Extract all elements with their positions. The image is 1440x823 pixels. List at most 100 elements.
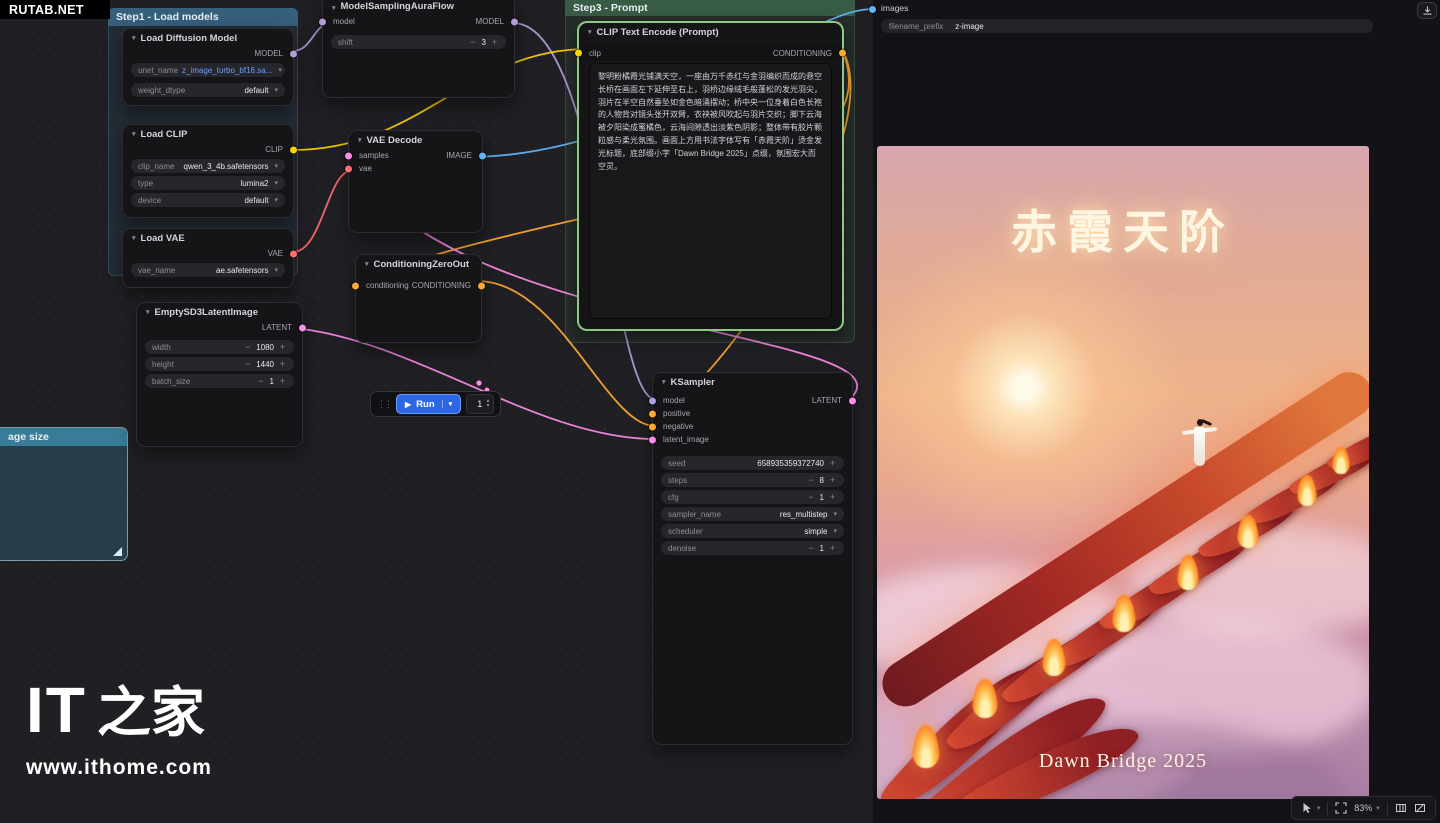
widget-width[interactable]: width − 1080 + — [145, 340, 294, 354]
decrement-icon[interactable]: − — [257, 376, 266, 386]
batch-count-stepper[interactable]: 1 ▴▾ — [466, 394, 494, 414]
model-output-socket[interactable] — [290, 50, 297, 57]
node-load-clip[interactable]: ▾ Load CLIP CLIP clip_name qwen_3_4b.saf… — [122, 124, 294, 218]
group-image-size-header[interactable]: age size — [0, 428, 127, 446]
widget-weight-dtype[interactable]: weight_dtype default ▾ — [131, 83, 285, 97]
node-header[interactable]: ▾ EmptySD3LatentImage — [137, 303, 302, 321]
model-input-socket[interactable] — [649, 397, 656, 404]
negative-input-socket[interactable] — [649, 423, 656, 430]
node-header[interactable]: ▾ Load Diffusion Model — [123, 29, 293, 47]
clip-input-socket[interactable] — [575, 50, 582, 57]
collapse-icon[interactable]: ▾ — [588, 28, 592, 36]
collapse-icon[interactable]: ▾ — [146, 308, 150, 316]
flame — [1177, 554, 1199, 590]
node-load-diffusion-model[interactable]: ▾ Load Diffusion Model MODEL unet_name z… — [122, 28, 294, 106]
widget-scheduler[interactable]: scheduler simple ▾ — [661, 524, 844, 538]
decrement-icon[interactable]: − — [469, 37, 478, 47]
decrement-icon[interactable]: − — [807, 543, 816, 553]
prompt-textarea[interactable]: 黎明粉橘霞光铺满天空，一座由万千赤红与金羽编织而成的悬空长桥在画面左下延伸至右上… — [589, 63, 832, 319]
widget-clip-name[interactable]: clip_name qwen_3_4b.safetensors ▾ — [131, 159, 285, 173]
group-step1-header[interactable]: Step1 - Load models — [108, 8, 298, 26]
node-save-image[interactable]: images filename_prefix z-image — [872, 0, 1440, 823]
collapse-icon[interactable]: ▾ — [332, 4, 336, 12]
positive-input-socket[interactable] — [649, 410, 656, 417]
collapse-icon[interactable]: ▾ — [132, 234, 136, 242]
node-clip-text-encode[interactable]: ▾ CLIP Text Encode (Prompt) clip CONDITI… — [578, 22, 843, 330]
zoom-level[interactable]: 83% — [1354, 803, 1372, 813]
collapse-icon[interactable]: ▾ — [662, 378, 666, 386]
decrement-icon[interactable]: − — [807, 492, 816, 502]
decrement-icon[interactable]: − — [807, 475, 816, 485]
model-input-socket[interactable] — [319, 18, 326, 25]
latent-output-socket[interactable] — [849, 397, 856, 404]
widget-unet-name[interactable]: unet_name z_image_turbo_bf16.sa... ▾ — [131, 63, 285, 77]
node-vae-decode[interactable]: ▾ VAE Decode samples IMAGE vae — [348, 130, 483, 233]
node-header[interactable]: ▾ Load CLIP — [123, 125, 293, 143]
node-conditioning-zero-out[interactable]: ▾ ConditioningZeroOut conditioning CONDI… — [355, 254, 482, 343]
increment-icon[interactable]: + — [278, 342, 287, 352]
node-load-vae[interactable]: ▾ Load VAE VAE vae_name ae.safetensors ▾ — [122, 228, 294, 288]
drag-handle[interactable]: ⋮⋮ — [377, 399, 391, 410]
widget-cfg[interactable]: cfg − 1 + — [661, 490, 844, 504]
increment-icon[interactable]: + — [828, 543, 837, 553]
decrement-icon[interactable]: − — [243, 359, 252, 369]
conditioning-output-socket[interactable] — [839, 50, 846, 57]
collapse-icon[interactable]: ▾ — [132, 130, 136, 138]
group-image-size-partial[interactable]: age size — [0, 428, 127, 560]
resize-handle[interactable] — [113, 547, 122, 556]
increment-icon[interactable]: + — [828, 475, 837, 485]
widget-steps[interactable]: steps − 8 + — [661, 473, 844, 487]
latent-image-input-socket[interactable] — [649, 436, 656, 443]
chevron-down-icon[interactable]: ▾ — [442, 400, 453, 408]
run-button[interactable]: ▶ Run ▾ — [396, 394, 461, 414]
comfyui-canvas[interactable]: Step1 - Load models Step3 - Prompt age s… — [0, 0, 1440, 823]
widget-filename-prefix[interactable]: filename_prefix z-image — [881, 19, 1373, 33]
decrement-icon[interactable]: − — [243, 342, 252, 352]
samples-input-socket[interactable] — [345, 152, 352, 159]
increment-icon[interactable]: + — [490, 37, 499, 47]
widget-batch-size[interactable]: batch_size − 1 + — [145, 374, 294, 388]
widget-vae-name[interactable]: vae_name ae.safetensors ▾ — [131, 263, 285, 277]
chevron-down-icon[interactable]: ▾ — [1317, 804, 1320, 812]
node-ksampler[interactable]: ▾ KSampler model LATENT positive negativ… — [652, 372, 853, 745]
chevron-down-icon[interactable]: ▾ — [1376, 804, 1379, 812]
group-step3-header[interactable]: Step3 - Prompt — [565, 0, 855, 16]
node-header[interactable]: ▾ VAE Decode — [349, 131, 482, 149]
widget-denoise[interactable]: denoise − 1 + — [661, 541, 844, 555]
images-input-socket[interactable] — [869, 6, 876, 13]
node-header[interactable]: ▾ CLIP Text Encode (Prompt) — [579, 23, 842, 41]
node-header[interactable]: ▾ ModelSamplingAuraFlow — [323, 0, 514, 15]
increment-icon[interactable]: + — [278, 359, 287, 369]
fit-view-icon[interactable] — [1335, 802, 1347, 814]
widget-device[interactable]: device default ▾ — [131, 193, 285, 207]
spinner-arrows[interactable]: ▴▾ — [486, 399, 489, 409]
widget-shift[interactable]: shift − 3 + — [331, 35, 506, 49]
increment-icon[interactable]: + — [278, 376, 287, 386]
collapse-icon[interactable]: ▾ — [132, 34, 136, 42]
widget-height[interactable]: height − 1440 + — [145, 357, 294, 371]
collapse-icon[interactable]: ▾ — [358, 136, 362, 144]
queue-panel-button[interactable] — [1417, 2, 1437, 19]
clip-output-socket[interactable] — [290, 146, 297, 153]
minimap-toggle-icon[interactable] — [1414, 802, 1426, 814]
pointer-tool-icon[interactable] — [1301, 802, 1313, 814]
vae-input-socket[interactable] — [345, 165, 352, 172]
conditioning-output-socket[interactable] — [478, 282, 485, 289]
collapse-icon[interactable]: ▾ — [365, 260, 369, 268]
node-model-sampling-auraflow[interactable]: ▾ ModelSamplingAuraFlow model MODEL shif… — [322, 0, 515, 98]
node-header[interactable]: ▾ Load VAE — [123, 229, 293, 247]
widget-seed[interactable]: seed 658935359372740 + — [661, 456, 844, 470]
grid-columns-icon[interactable] — [1395, 802, 1407, 814]
vae-output-socket[interactable] — [290, 250, 297, 257]
node-header[interactable]: ▾ ConditioningZeroOut — [356, 255, 481, 273]
increment-icon[interactable]: + — [828, 458, 837, 468]
conditioning-input-socket[interactable] — [352, 282, 359, 289]
increment-icon[interactable]: + — [828, 492, 837, 502]
latent-output-socket[interactable] — [299, 324, 306, 331]
node-empty-sd3-latent-image[interactable]: ▾ EmptySD3LatentImage LATENT width − 108… — [136, 302, 303, 447]
node-header[interactable]: ▾ KSampler — [653, 373, 852, 391]
widget-sampler-name[interactable]: sampler_name res_multistep ▾ — [661, 507, 844, 521]
model-output-socket[interactable] — [511, 18, 518, 25]
image-output-socket[interactable] — [479, 152, 486, 159]
widget-type[interactable]: type lumina2 ▾ — [131, 176, 285, 190]
